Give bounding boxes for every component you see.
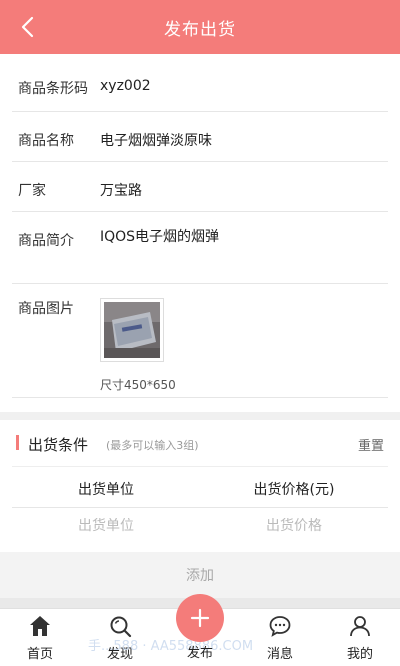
unit-input[interactable] bbox=[26, 518, 186, 534]
tab-home[interactable]: 首页 bbox=[0, 609, 80, 666]
plus-icon bbox=[190, 608, 210, 628]
product-image-thumbnail[interactable] bbox=[100, 298, 164, 362]
add-button[interactable]: 添加 bbox=[0, 552, 400, 598]
image-row: 商品图片 尺寸450*650 bbox=[12, 284, 388, 398]
price-input[interactable] bbox=[214, 518, 374, 534]
tab-publish-label[interactable]: 发布 bbox=[160, 642, 240, 661]
image-label: 商品图片 bbox=[18, 301, 74, 317]
home-icon bbox=[30, 616, 50, 636]
column-unit: 出货单位 bbox=[78, 482, 134, 498]
section-divider bbox=[0, 412, 400, 420]
chat-icon bbox=[269, 616, 291, 637]
name-label: 商品名称 bbox=[18, 133, 74, 149]
manufacturer-field[interactable]: 万宝路 bbox=[100, 180, 142, 200]
image-size-hint: 尺寸450*650 bbox=[100, 378, 176, 392]
tab-profile[interactable]: 我的 bbox=[320, 609, 400, 666]
barcode-field[interactable]: xyz002 bbox=[100, 78, 151, 94]
column-price: 出货价格(元) bbox=[253, 482, 335, 498]
tab-profile-label: 我的 bbox=[346, 647, 373, 662]
barcode-label: 商品条形码 bbox=[18, 81, 88, 97]
description-field[interactable]: IQOS电子烟的烟弹 bbox=[100, 226, 219, 246]
name-field[interactable]: 电子烟烟弹淡原味 bbox=[100, 130, 212, 150]
top-bar: 发布出货 bbox=[0, 0, 400, 54]
back-button[interactable] bbox=[14, 13, 42, 41]
description-label: 商品简介 bbox=[18, 233, 74, 249]
description-row: 商品简介 IQOS电子烟的烟弹 bbox=[12, 212, 388, 284]
conditions-hint: (最多可以输入3组) bbox=[106, 439, 199, 452]
barcode-row: 商品条形码 xyz002 bbox=[12, 54, 388, 112]
conditions-title: 出货条件 bbox=[28, 436, 89, 454]
product-photo bbox=[104, 302, 160, 358]
chevron-left-icon bbox=[21, 16, 34, 38]
page-title: 发布出货 bbox=[164, 19, 236, 40]
manufacturer-row: 厂家 万宝路 bbox=[12, 162, 388, 212]
conditions-table-header: 出货单位 出货价格(元) bbox=[12, 466, 388, 508]
publish-fab-button[interactable] bbox=[176, 594, 224, 642]
conditions-input-row bbox=[12, 508, 388, 552]
name-row: 商品名称 电子烟烟弹淡原味 bbox=[12, 112, 388, 162]
manufacturer-label: 厂家 bbox=[18, 183, 46, 199]
user-icon bbox=[350, 616, 370, 637]
conditions-header: 出货条件 (最多可以输入3组) 重置 bbox=[0, 420, 400, 464]
section-accent-bar bbox=[16, 435, 19, 450]
reset-button[interactable]: 重置 bbox=[358, 435, 384, 454]
product-form: 商品条形码 xyz002 商品名称 电子烟烟弹淡原味 厂家 万宝路 商品简介 I… bbox=[0, 54, 400, 398]
tab-home-label: 首页 bbox=[26, 647, 53, 662]
